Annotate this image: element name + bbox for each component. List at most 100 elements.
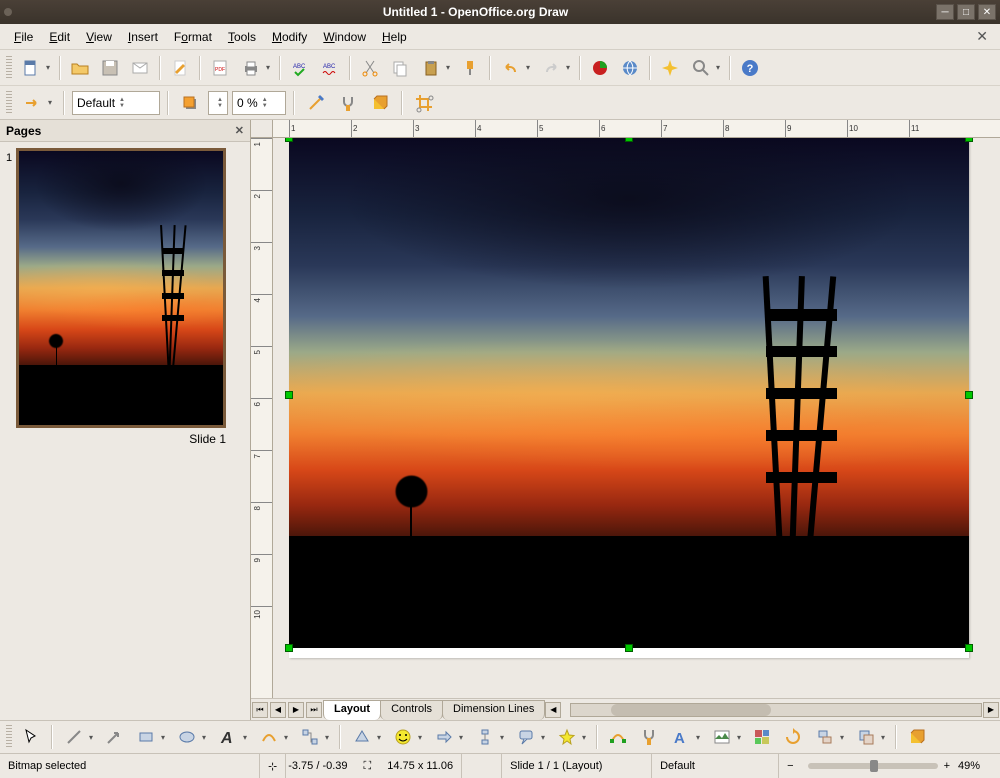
menu-format[interactable]: Format: [166, 27, 220, 47]
menu-file[interactable]: File: [6, 27, 41, 47]
zoom-out-button[interactable]: −: [779, 754, 801, 778]
hyperlink-button[interactable]: [616, 54, 644, 82]
style-combo[interactable]: Default▲▼: [72, 91, 160, 115]
navigator-button[interactable]: [656, 54, 684, 82]
vertical-ruler[interactable]: 12345678910: [251, 138, 273, 698]
stars-tool[interactable]: [552, 723, 590, 751]
canvas[interactable]: [273, 138, 1000, 698]
zoom-slider[interactable]: [808, 763, 938, 769]
maximize-button[interactable]: □: [957, 4, 975, 20]
selection-handle[interactable]: [285, 644, 293, 652]
arrow-style-button[interactable]: [18, 89, 56, 117]
email-button[interactable]: [126, 54, 154, 82]
callouts-tool[interactable]: [511, 723, 549, 751]
menu-tools[interactable]: Tools: [220, 27, 264, 47]
horizontal-ruler[interactable]: 1234567891011: [273, 120, 1000, 138]
gallery-button[interactable]: [748, 723, 776, 751]
horizontal-scrollbar[interactable]: [570, 703, 982, 717]
toolbar-handle[interactable]: [6, 56, 12, 80]
menu-view[interactable]: View: [78, 27, 120, 47]
zoom-button[interactable]: [686, 54, 724, 82]
chart-button[interactable]: [586, 54, 614, 82]
glue-points-button[interactable]: [334, 89, 362, 117]
selection-handle[interactable]: [625, 644, 633, 652]
undo-button[interactable]: [496, 54, 534, 82]
symbol-shapes-tool[interactable]: [388, 723, 426, 751]
rectangle-tool[interactable]: [131, 723, 169, 751]
open-button[interactable]: [66, 54, 94, 82]
alignment-button[interactable]: [810, 723, 848, 751]
tab-layout[interactable]: Layout: [323, 700, 381, 720]
menu-modify[interactable]: Modify: [264, 27, 315, 47]
transparency-combo[interactable]: 0 %▲▼: [232, 91, 286, 115]
tab-nav-last[interactable]: ⏭: [306, 702, 322, 718]
status-zoom[interactable]: 49%: [950, 754, 1000, 778]
spellcheck-button[interactable]: ABC: [286, 54, 314, 82]
points-button[interactable]: [604, 723, 632, 751]
redo-button[interactable]: [536, 54, 574, 82]
extrusion-toggle-button[interactable]: [903, 723, 931, 751]
flowchart-tool[interactable]: [470, 723, 508, 751]
line-tool[interactable]: [59, 723, 97, 751]
selection-handle[interactable]: [965, 138, 973, 142]
tab-nav-next[interactable]: ▶: [288, 702, 304, 718]
fill-style-combo[interactable]: ▲▼: [208, 91, 228, 115]
selection-handle[interactable]: [285, 138, 293, 142]
basic-shapes-tool[interactable]: [347, 723, 385, 751]
arrow-line-tool[interactable]: [100, 723, 128, 751]
gluepoints-button[interactable]: [635, 723, 663, 751]
selection-handle[interactable]: [285, 391, 293, 399]
status-page[interactable]: Slide 1 / 1 (Layout): [502, 754, 652, 778]
fontwork-button[interactable]: A: [666, 723, 704, 751]
toolbar-handle[interactable]: [6, 725, 12, 749]
arrange-button[interactable]: [851, 723, 889, 751]
tab-nav-prev[interactable]: ◀: [270, 702, 286, 718]
edit-file-button[interactable]: [166, 54, 194, 82]
status-modified[interactable]: [462, 754, 502, 778]
shadow-button[interactable]: [176, 89, 204, 117]
extrusion-button[interactable]: [366, 89, 394, 117]
print-button[interactable]: [236, 54, 274, 82]
minimize-button[interactable]: ─: [936, 4, 954, 20]
page-thumbnail[interactable]: [16, 148, 226, 428]
toolbar-handle[interactable]: [6, 91, 12, 115]
status-style[interactable]: Default: [652, 754, 779, 778]
connector-tool[interactable]: [295, 723, 333, 751]
new-button[interactable]: [16, 54, 54, 82]
tab-scroll-left[interactable]: ◀: [545, 702, 561, 718]
curve-tool[interactable]: [254, 723, 292, 751]
copy-button[interactable]: [386, 54, 414, 82]
menu-edit[interactable]: Edit: [41, 27, 78, 47]
selection-handle[interactable]: [625, 138, 633, 142]
export-pdf-button[interactable]: PDF: [206, 54, 234, 82]
save-button[interactable]: [96, 54, 124, 82]
select-tool[interactable]: [17, 723, 45, 751]
pages-panel-close-button[interactable]: ✕: [235, 124, 244, 137]
page-thumb-item[interactable]: 1: [6, 148, 244, 428]
rotate-button[interactable]: [779, 723, 807, 751]
close-button[interactable]: ✕: [978, 4, 996, 20]
selection-handle[interactable]: [965, 644, 973, 652]
menu-window[interactable]: Window: [315, 27, 374, 47]
tab-nav-first[interactable]: ⏮: [252, 702, 268, 718]
tab-scroll-right[interactable]: ▶: [983, 702, 999, 718]
paste-button[interactable]: [416, 54, 454, 82]
crop-button[interactable]: [410, 89, 438, 117]
close-doc-button[interactable]: ✕: [970, 26, 994, 47]
window-menu-icon[interactable]: [4, 8, 12, 16]
format-paintbrush-button[interactable]: [456, 54, 484, 82]
menu-help[interactable]: Help: [374, 27, 415, 47]
menu-insert[interactable]: Insert: [120, 27, 166, 47]
help-button[interactable]: ?: [736, 54, 764, 82]
from-file-button[interactable]: [707, 723, 745, 751]
block-arrows-tool[interactable]: [429, 723, 467, 751]
tab-dimension-lines[interactable]: Dimension Lines: [442, 700, 545, 720]
pages-panel-body[interactable]: 1 Slide 1: [0, 142, 250, 720]
autospellcheck-button[interactable]: ABC: [316, 54, 344, 82]
tab-controls[interactable]: Controls: [380, 700, 443, 720]
text-tool[interactable]: A: [213, 723, 251, 751]
ellipse-tool[interactable]: [172, 723, 210, 751]
selection-handle[interactable]: [965, 391, 973, 399]
bitmap-object[interactable]: [289, 138, 969, 648]
cut-button[interactable]: [356, 54, 384, 82]
